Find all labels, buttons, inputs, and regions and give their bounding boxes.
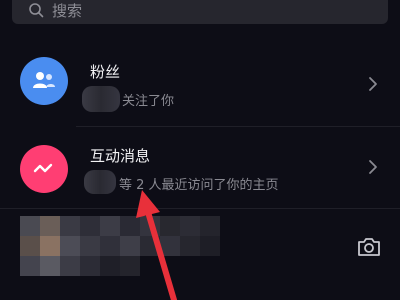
interaction-avatar <box>20 145 68 193</box>
fans-avatar <box>20 57 68 105</box>
notification-subtitle: 关注了你 <box>122 94 175 109</box>
interaction-icon <box>33 163 53 173</box>
notification-item-interactions[interactable]: 互动消息 等 2 人最近访问了你的主页 <box>0 128 400 212</box>
blurred-avatars <box>82 86 120 112</box>
notification-title: 互动消息 <box>90 147 151 165</box>
divider <box>76 126 400 127</box>
chevron-right-icon <box>369 77 377 91</box>
search-placeholder: 搜索 <box>52 1 83 20</box>
search-bar[interactable]: 搜索 <box>12 0 388 24</box>
divider <box>0 208 400 209</box>
camera-icon[interactable] <box>356 234 382 260</box>
chevron-right-icon <box>369 160 377 174</box>
fans-icon <box>33 72 55 88</box>
notification-title: 粉丝 <box>90 63 121 81</box>
notification-item-fans[interactable]: 粉丝 关注了你 <box>0 40 400 124</box>
notification-subtitle: 等 2 人最近访问了你的主页 <box>119 178 279 193</box>
search-icon <box>29 3 44 18</box>
blurred-avatars <box>84 170 116 194</box>
blurred-content <box>20 216 220 276</box>
